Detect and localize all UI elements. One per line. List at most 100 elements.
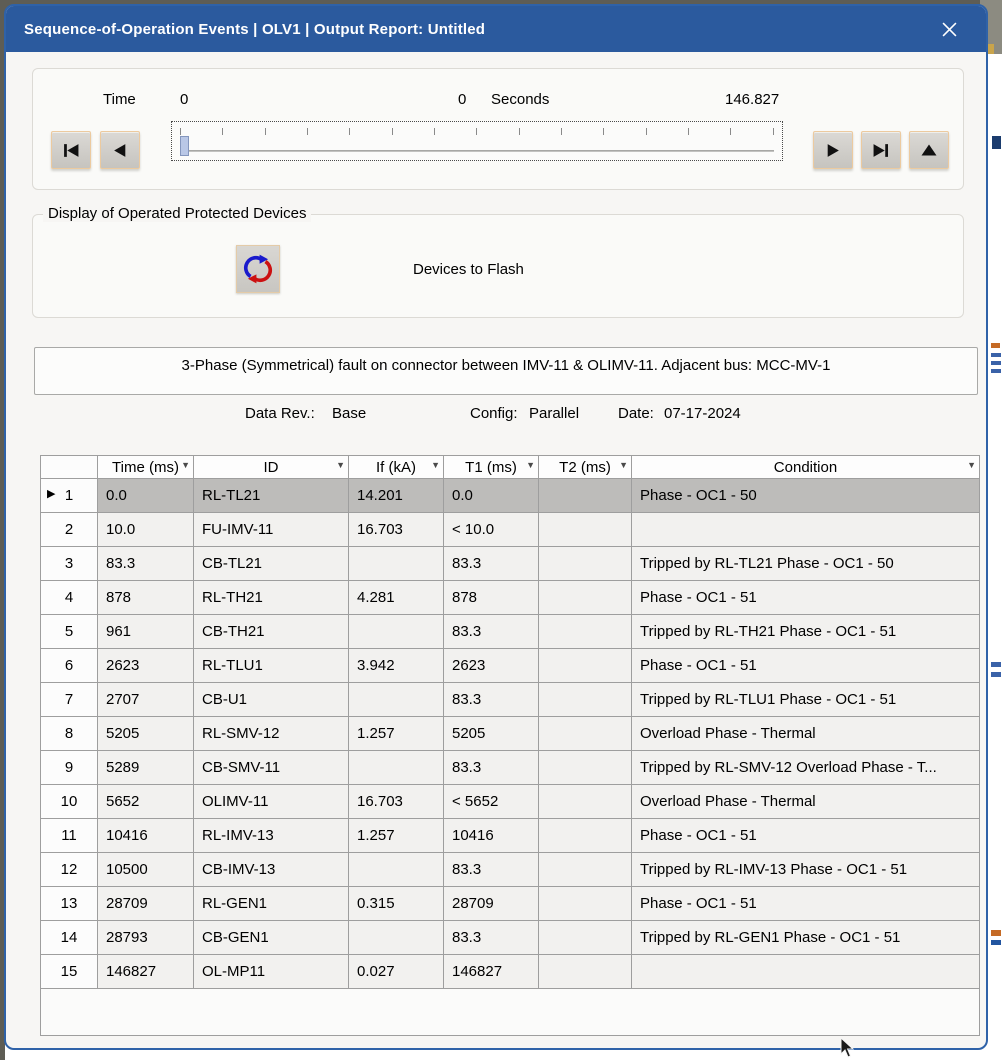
table-cell-t1[interactable]: 83.3 <box>444 615 539 649</box>
column-header-t1[interactable]: T1 (ms)▼ <box>444 456 539 479</box>
table-cell-condition[interactable]: Overload Phase - Thermal <box>632 717 979 751</box>
table-cell-t2[interactable] <box>539 649 632 683</box>
table-cell-t1[interactable]: 0.0 <box>444 479 539 513</box>
column-header-id[interactable]: ID▼ <box>194 456 349 479</box>
table-row[interactable]: 95289CB-SMV-11 83.3 Tripped by RL-SMV-12 O… <box>41 751 979 785</box>
table-cell-t2[interactable] <box>539 785 632 819</box>
table-cell-time[interactable]: 2623 <box>98 649 194 683</box>
column-header-if[interactable]: If (kA)▼ <box>349 456 444 479</box>
table-row[interactable]: 1110416RL-IMV-131.25710416Phase - OC1 - … <box>41 819 979 853</box>
table-cell-t1[interactable]: 83.3 <box>444 547 539 581</box>
table-cell-condition[interactable]: Tripped by RL-TL21 Phase - OC1 - 50 <box>632 547 979 581</box>
table-cell-time[interactable]: 878 <box>98 581 194 615</box>
table-cell-time[interactable]: 10416 <box>98 819 194 853</box>
table-cell-t2[interactable] <box>539 615 632 649</box>
table-cell-id[interactable]: CB-IMV-13 <box>194 853 349 887</box>
table-cell-t2[interactable] <box>539 581 632 615</box>
table-row[interactable]: 62623RL-TLU13.9422623Phase - OC1 - 51 <box>41 649 979 683</box>
table-row[interactable]: 210.0FU-IMV-1116.703< 10.0 <box>41 513 979 547</box>
table-cell-t1[interactable]: 83.3 <box>444 853 539 887</box>
table-cell-id[interactable]: RL-TLU1 <box>194 649 349 683</box>
skip-to-start-button[interactable] <box>51 131 91 169</box>
table-cell-time[interactable]: 5652 <box>98 785 194 819</box>
table-cell-if_ka[interactable]: 1.257 <box>349 717 444 751</box>
filter-arrow-icon[interactable]: ▼ <box>336 461 345 470</box>
table-cell-id[interactable]: RL-TH21 <box>194 581 349 615</box>
table-cell-if_ka[interactable]: 0.027 <box>349 955 444 989</box>
column-header-time[interactable]: Time (ms)▼ <box>98 456 194 479</box>
table-row[interactable]: 15146827OL-MP110.027146827 <box>41 955 979 989</box>
table-cell-time[interactable]: 5289 <box>98 751 194 785</box>
table-cell-num[interactable]: ▶1 <box>41 479 98 513</box>
table-cell-condition[interactable]: Tripped by RL-SMV-12 Overload Phase - T.… <box>632 751 979 785</box>
table-cell-num[interactable]: 10 <box>41 785 98 819</box>
table-cell-condition[interactable]: Phase - OC1 - 51 <box>632 649 979 683</box>
table-cell-t1[interactable]: 2623 <box>444 649 539 683</box>
column-header-condition[interactable]: Condition▼ <box>632 456 979 479</box>
table-cell-if_ka[interactable]: 14.201 <box>349 479 444 513</box>
table-row[interactable]: 72707CB-U183.3Tripped by RL-TLU1 Phase -… <box>41 683 979 717</box>
table-cell-num[interactable]: 14 <box>41 921 98 955</box>
filter-arrow-icon[interactable]: ▼ <box>431 461 440 470</box>
table-cell-id[interactable]: OLIMV-11 <box>194 785 349 819</box>
table-cell-num[interactable]: 2 <box>41 513 98 547</box>
table-cell-condition[interactable]: Phase - OC1 - 51 <box>632 581 979 615</box>
table-cell-if_ka[interactable]: 3.942 <box>349 649 444 683</box>
table-row[interactable]: 5961CB-TH2183.3Tripped by RL-TH21 Phase … <box>41 615 979 649</box>
table-cell-id[interactable]: RL-TL21 <box>194 479 349 513</box>
table-cell-if_ka[interactable] <box>349 615 444 649</box>
table-row[interactable]: 1328709RL-GEN10.31528709Phase - OC1 - 51 <box>41 887 979 921</box>
table-cell-condition[interactable] <box>632 955 979 989</box>
table-cell-id[interactable]: OL-MP11 <box>194 955 349 989</box>
table-cell-if_ka[interactable] <box>349 853 444 887</box>
step-back-button[interactable] <box>100 131 140 169</box>
slider-thumb[interactable] <box>180 136 189 156</box>
table-cell-num[interactable]: 6 <box>41 649 98 683</box>
table-cell-num[interactable]: 11 <box>41 819 98 853</box>
table-cell-t2[interactable] <box>539 751 632 785</box>
table-cell-num[interactable]: 8 <box>41 717 98 751</box>
time-slider[interactable] <box>171 121 783 161</box>
step-forward-button[interactable] <box>813 131 853 169</box>
table-cell-condition[interactable]: Tripped by RL-TLU1 Phase - OC1 - 51 <box>632 683 979 717</box>
table-cell-time[interactable]: 10500 <box>98 853 194 887</box>
table-cell-t2[interactable] <box>539 547 632 581</box>
table-cell-time[interactable]: 2707 <box>98 683 194 717</box>
table-cell-t1[interactable]: 28709 <box>444 887 539 921</box>
title-bar[interactable]: Sequence-of-Operation Events | OLV1 | Ou… <box>6 6 986 52</box>
table-cell-t2[interactable] <box>539 479 632 513</box>
table-cell-if_ka[interactable] <box>349 547 444 581</box>
table-cell-if_ka[interactable] <box>349 751 444 785</box>
table-cell-t1[interactable]: 5205 <box>444 717 539 751</box>
table-cell-id[interactable]: CB-SMV-11 <box>194 751 349 785</box>
table-cell-time[interactable]: 961 <box>98 615 194 649</box>
table-cell-time[interactable]: 83.3 <box>98 547 194 581</box>
table-row[interactable]: ▶10.0RL-TL2114.2010.0Phase - OC1 - 50 <box>41 479 979 513</box>
table-cell-time[interactable]: 28709 <box>98 887 194 921</box>
table-cell-condition[interactable]: Tripped by RL-IMV-13 Phase - OC1 - 51 <box>632 853 979 887</box>
table-cell-num[interactable]: 9 <box>41 751 98 785</box>
skip-to-end-button[interactable] <box>861 131 901 169</box>
table-cell-t1[interactable]: < 10.0 <box>444 513 539 547</box>
table-cell-condition[interactable]: Phase - OC1 - 50 <box>632 479 979 513</box>
table-cell-t1[interactable]: 146827 <box>444 955 539 989</box>
move-up-button[interactable] <box>909 131 949 169</box>
table-cell-t2[interactable] <box>539 955 632 989</box>
table-cell-num[interactable]: 15 <box>41 955 98 989</box>
table-cell-time[interactable]: 28793 <box>98 921 194 955</box>
filter-arrow-icon[interactable]: ▼ <box>619 461 628 470</box>
table-cell-t2[interactable] <box>539 853 632 887</box>
table-cell-id[interactable]: CB-TH21 <box>194 615 349 649</box>
table-cell-t2[interactable] <box>539 717 632 751</box>
table-cell-condition[interactable] <box>632 513 979 547</box>
table-cell-id[interactable]: CB-GEN1 <box>194 921 349 955</box>
table-cell-condition[interactable]: Phase - OC1 - 51 <box>632 887 979 921</box>
table-cell-time[interactable]: 146827 <box>98 955 194 989</box>
table-row[interactable]: 4878RL-TH214.281878Phase - OC1 - 51 <box>41 581 979 615</box>
table-cell-if_ka[interactable]: 16.703 <box>349 785 444 819</box>
table-cell-t1[interactable]: 83.3 <box>444 751 539 785</box>
table-cell-condition[interactable]: Tripped by RL-TH21 Phase - OC1 - 51 <box>632 615 979 649</box>
table-cell-t1[interactable]: 83.3 <box>444 683 539 717</box>
table-cell-t2[interactable] <box>539 887 632 921</box>
table-cell-num[interactable]: 13 <box>41 887 98 921</box>
